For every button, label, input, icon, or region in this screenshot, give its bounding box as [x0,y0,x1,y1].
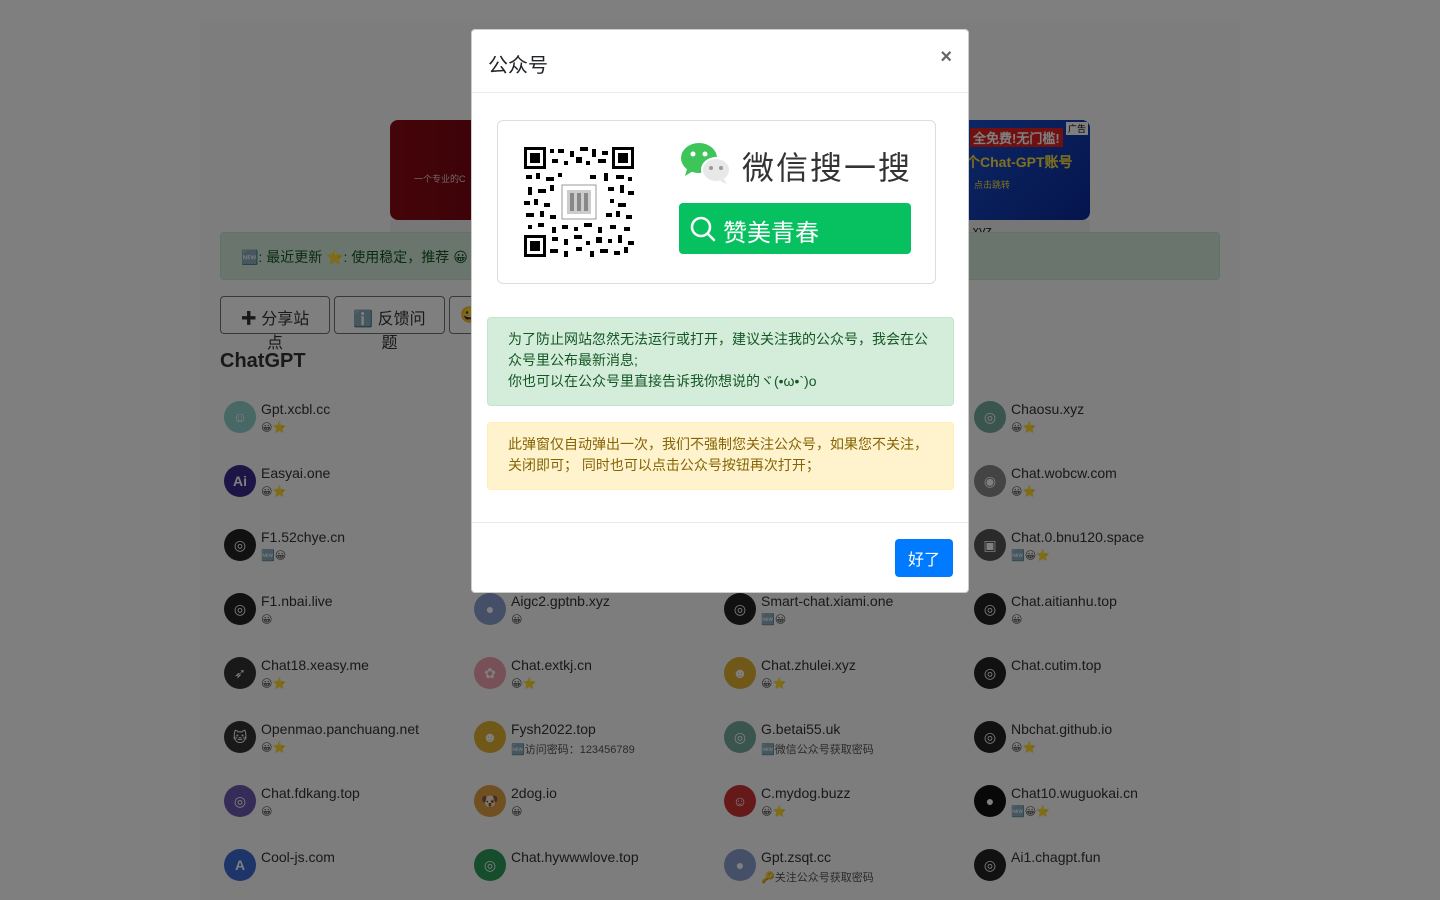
search-icon [690,216,716,242]
wechat-icon [681,143,731,184]
qr-card: 微信搜一搜 赞美青春 [497,120,936,284]
modal-title: 公众号 [488,55,548,77]
wechat-search-box[interactable]: 赞美青春 [679,203,911,254]
modal-footer: 好了 [472,522,968,592]
modal-header: 公众号 × [472,30,968,93]
warning-alert: 此弹窗仅自动弹出一次，我们不强制您关注公众号，如果您不关注，关闭即可； 同时也可… [487,422,954,490]
wechat-modal: 公众号 × 微信搜一搜 赞美青春 为了防止网站忽然无法运行或打开，建议关注我的公… [471,29,969,593]
wechat-search-title: 微信搜一搜 [742,150,913,186]
warning-alert-text: 此弹窗仅自动弹出一次，我们不强制您关注公众号，如果您不关注，关闭即可； 同时也可… [508,436,928,473]
ok-button[interactable]: 好了 [895,539,953,577]
close-icon[interactable]: × [940,46,952,68]
info-alert: 为了防止网站忽然无法运行或打开，建议关注我的公众号，我会在公众号里公布最新消息;… [487,317,954,406]
search-keyword: 赞美青春 [723,220,819,247]
info-alert-text: 为了防止网站忽然无法运行或打开，建议关注我的公众号，我会在公众号里公布最新消息;… [508,331,928,389]
qr-code-icon [524,147,634,257]
